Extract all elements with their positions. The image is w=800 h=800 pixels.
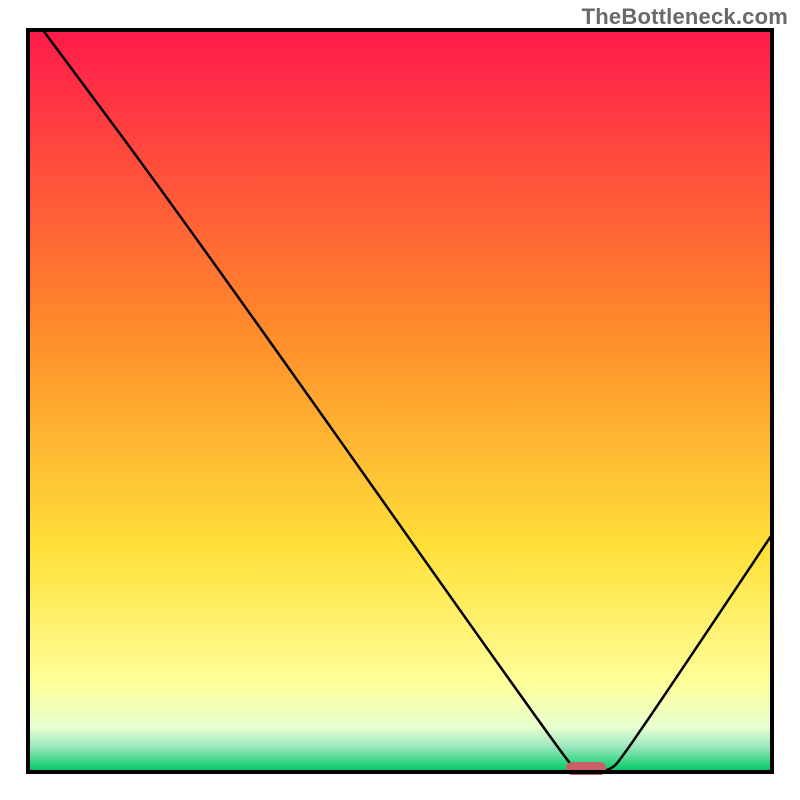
bottleneck-chart (0, 0, 800, 800)
chart-container: { "watermark": "TheBottleneck.com", "cha… (0, 0, 800, 800)
gradient-background (28, 30, 772, 772)
watermark-text: TheBottleneck.com (582, 4, 788, 30)
